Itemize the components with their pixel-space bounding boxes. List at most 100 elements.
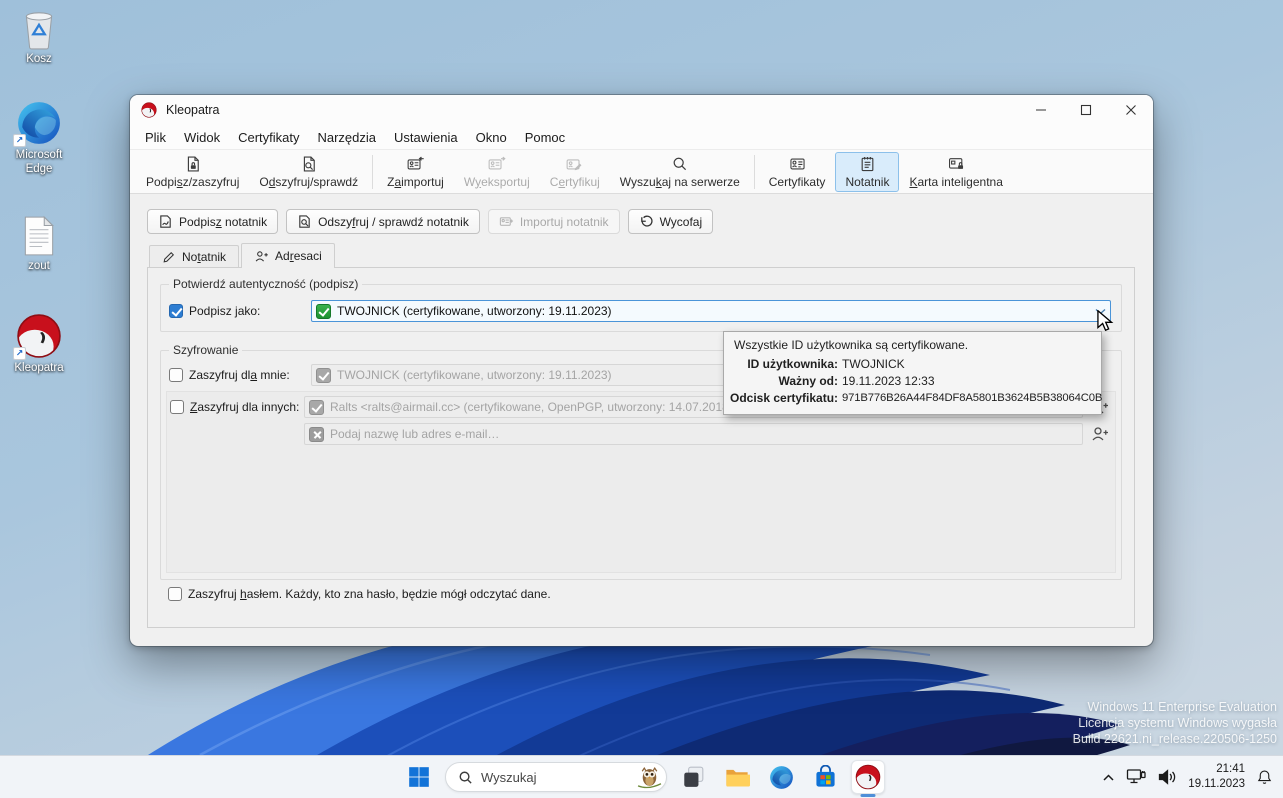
kleopatra-icon: ↗	[16, 313, 62, 359]
encrypt-with-password-label: Zaszyfruj hasłem. Każdy, kto zna hasło, …	[188, 587, 551, 601]
sign-notepad-button[interactable]: Podpisz notatnik	[147, 209, 278, 234]
encrypt-for-me-value: TWOJNICK (certyfikowane, utworzony: 19.1…	[337, 368, 612, 382]
decrypt-verify-icon	[298, 155, 319, 173]
notification-bell-icon[interactable]	[1256, 768, 1273, 786]
tooltip-value: TWOJNICK	[842, 356, 1097, 373]
toolbar-separator	[372, 155, 373, 189]
import-icon	[499, 214, 514, 229]
close-button[interactable]	[1108, 95, 1153, 125]
windows-watermark: Windows 11 Enterprise Evaluation Licencj…	[1073, 699, 1277, 747]
certificates-icon	[787, 155, 808, 173]
tooltip-label: Odcisk certyfikatu:	[730, 390, 838, 407]
titlebar[interactable]: Kleopatra	[130, 95, 1153, 125]
sign-icon	[158, 214, 173, 229]
search-icon	[458, 770, 473, 785]
tab-adresaci[interactable]: Adresaci	[241, 243, 335, 268]
search-icon	[669, 155, 690, 173]
encrypt-for-others-checkbox[interactable]	[170, 400, 184, 414]
menu-okno[interactable]: Okno	[467, 128, 516, 147]
add-recipient-button[interactable]	[1089, 423, 1111, 445]
minimize-button[interactable]	[1018, 95, 1063, 125]
tooltip-value: 19.11.2023 12:33	[842, 373, 1097, 390]
toolbar: Podpisz/zaszyfruj Odszyfruj/sprawdź Zaim…	[130, 149, 1153, 194]
encrypt-for-me-label: Zaszyfruj dla mnie:	[189, 368, 305, 382]
desktop-icon-zout[interactable]: zout	[0, 215, 78, 274]
maximize-button[interactable]	[1063, 95, 1108, 125]
network-icon[interactable]	[1126, 768, 1146, 786]
sign-as-checkbox[interactable]	[169, 304, 183, 318]
store-button[interactable]	[807, 759, 843, 795]
certified-check-icon	[316, 368, 331, 383]
window-title: Kleopatra	[166, 103, 220, 117]
sign-encrypt-icon	[182, 155, 203, 173]
notepad-tabs: Notatnik Adresaci	[149, 243, 337, 267]
chevron-down-icon[interactable]	[1095, 308, 1106, 315]
desktop-icon-label: Microsoft Edge	[2, 149, 76, 177]
menu-plik[interactable]: Plik	[136, 128, 175, 147]
menu-pomoc[interactable]: Pomoc	[516, 128, 574, 147]
tooltip-summary: Wszystkie ID użytkownika są certyfikowan…	[730, 336, 1097, 356]
search-placeholder: Wyszukaj	[481, 770, 537, 785]
toolbar-certificates[interactable]: Certyfikaty	[759, 152, 836, 192]
menu-widok[interactable]: Widok	[175, 128, 229, 147]
encrypt-with-password-checkbox[interactable]	[168, 587, 182, 601]
menu-ustawienia[interactable]: Ustawienia	[385, 128, 467, 147]
app-icon	[141, 102, 157, 118]
sign-group: Potwierdź autentyczność (podpisz) Podpis…	[160, 284, 1122, 332]
taskbar: Wyszukaj	[0, 755, 1283, 798]
toolbar-notepad[interactable]: Notatnik	[835, 152, 899, 192]
menubar: Plik Widok Certyfikaty Narzędzia Ustawie…	[130, 125, 1153, 149]
start-button[interactable]	[401, 759, 437, 795]
kleopatra-taskbar-button[interactable]	[851, 760, 885, 794]
decrypt-verify-notepad-button[interactable]: Odszyfruj / sprawdź notatnik	[286, 209, 480, 234]
recipients-panel: Potwierdź autentyczność (podpisz) Podpis…	[147, 267, 1135, 628]
revert-button[interactable]: Wycofaj	[628, 209, 714, 234]
shortcut-arrow-icon: ↗	[13, 134, 26, 147]
desktop-icon-label: Kosz	[26, 53, 52, 67]
sign-as-label: Podpisz jako:	[189, 304, 305, 318]
file-explorer-button[interactable]	[719, 759, 755, 795]
recipient-value: Ralts <ralts@airmail.cc> (certyfikowane,…	[330, 400, 733, 414]
toolbar-search-server[interactable]: Wyszukaj na serwerze	[610, 152, 750, 192]
toolbar-certify: Certyfikuj	[540, 152, 610, 192]
edge-icon: ↗	[16, 100, 62, 146]
task-view-button[interactable]	[675, 759, 711, 795]
desktop: Kosz ↗ Microsoft Edge zout ↗ Kleopatra W…	[0, 0, 1283, 798]
desktop-icon-kleopatra[interactable]: ↗ Kleopatra	[0, 313, 78, 376]
certificate-tooltip: Wszystkie ID użytkownika są certyfikowan…	[723, 331, 1102, 415]
desktop-icon-label: Kleopatra	[14, 362, 63, 376]
desktop-icon-edge[interactable]: ↗ Microsoft Edge	[0, 100, 78, 177]
notepad-actions: Podpisz notatnik Odszyfruj / sprawdź not…	[147, 209, 713, 234]
desktop-icon-recycle-bin[interactable]: Kosz	[0, 8, 78, 67]
sign-certificate-combobox[interactable]: TWOJNICK (certyfikowane, utworzony: 19.1…	[311, 300, 1111, 322]
taskbar-search[interactable]: Wyszukaj	[445, 762, 667, 792]
toolbar-smartcard[interactable]: Karta inteligentna	[899, 152, 1012, 192]
tab-notatnik[interactable]: Notatnik	[149, 245, 239, 267]
tooltip-label: Ważny od:	[730, 373, 838, 390]
unknown-recipient-icon	[309, 427, 324, 442]
tray-chevron-up-icon[interactable]	[1102, 773, 1115, 782]
edge-button[interactable]	[763, 759, 799, 795]
search-highlight-image[interactable]	[637, 765, 662, 790]
tray-date: 19.11.2023	[1188, 777, 1245, 792]
menu-certyfikaty[interactable]: Certyfikaty	[229, 128, 308, 147]
encryption-group-title: Szyfrowanie	[169, 343, 242, 358]
toolbar-import[interactable]: Zaimportuj	[377, 152, 454, 192]
import-icon	[405, 155, 426, 173]
recipient-input[interactable]: Podaj nazwę lub adres e-mail…	[304, 423, 1083, 445]
menu-narzedzia[interactable]: Narzędzia	[308, 128, 385, 147]
toolbar-sign-encrypt[interactable]: Podpisz/zaszyfruj	[136, 152, 249, 192]
sign-group-title: Potwierdź autentyczność (podpisz)	[169, 277, 362, 292]
encrypt-for-me-checkbox[interactable]	[169, 368, 183, 382]
toolbar-decrypt-verify[interactable]: Odszyfruj/sprawdź	[249, 152, 368, 192]
tooltip-fingerprint: 971B776B26A44F84DF8A5801B3624B5B38064C0B	[842, 390, 1102, 407]
desktop-icon-label: zout	[28, 260, 50, 274]
decrypt-verify-icon	[297, 214, 312, 229]
notepad-icon	[857, 155, 878, 173]
shortcut-arrow-icon: ↗	[13, 347, 26, 360]
person-add-icon	[254, 249, 269, 264]
clock[interactable]: 21:41 19.11.2023	[1188, 762, 1245, 792]
volume-icon[interactable]	[1157, 768, 1177, 786]
certified-check-icon	[316, 304, 331, 319]
recycle-bin-icon	[20, 8, 58, 50]
